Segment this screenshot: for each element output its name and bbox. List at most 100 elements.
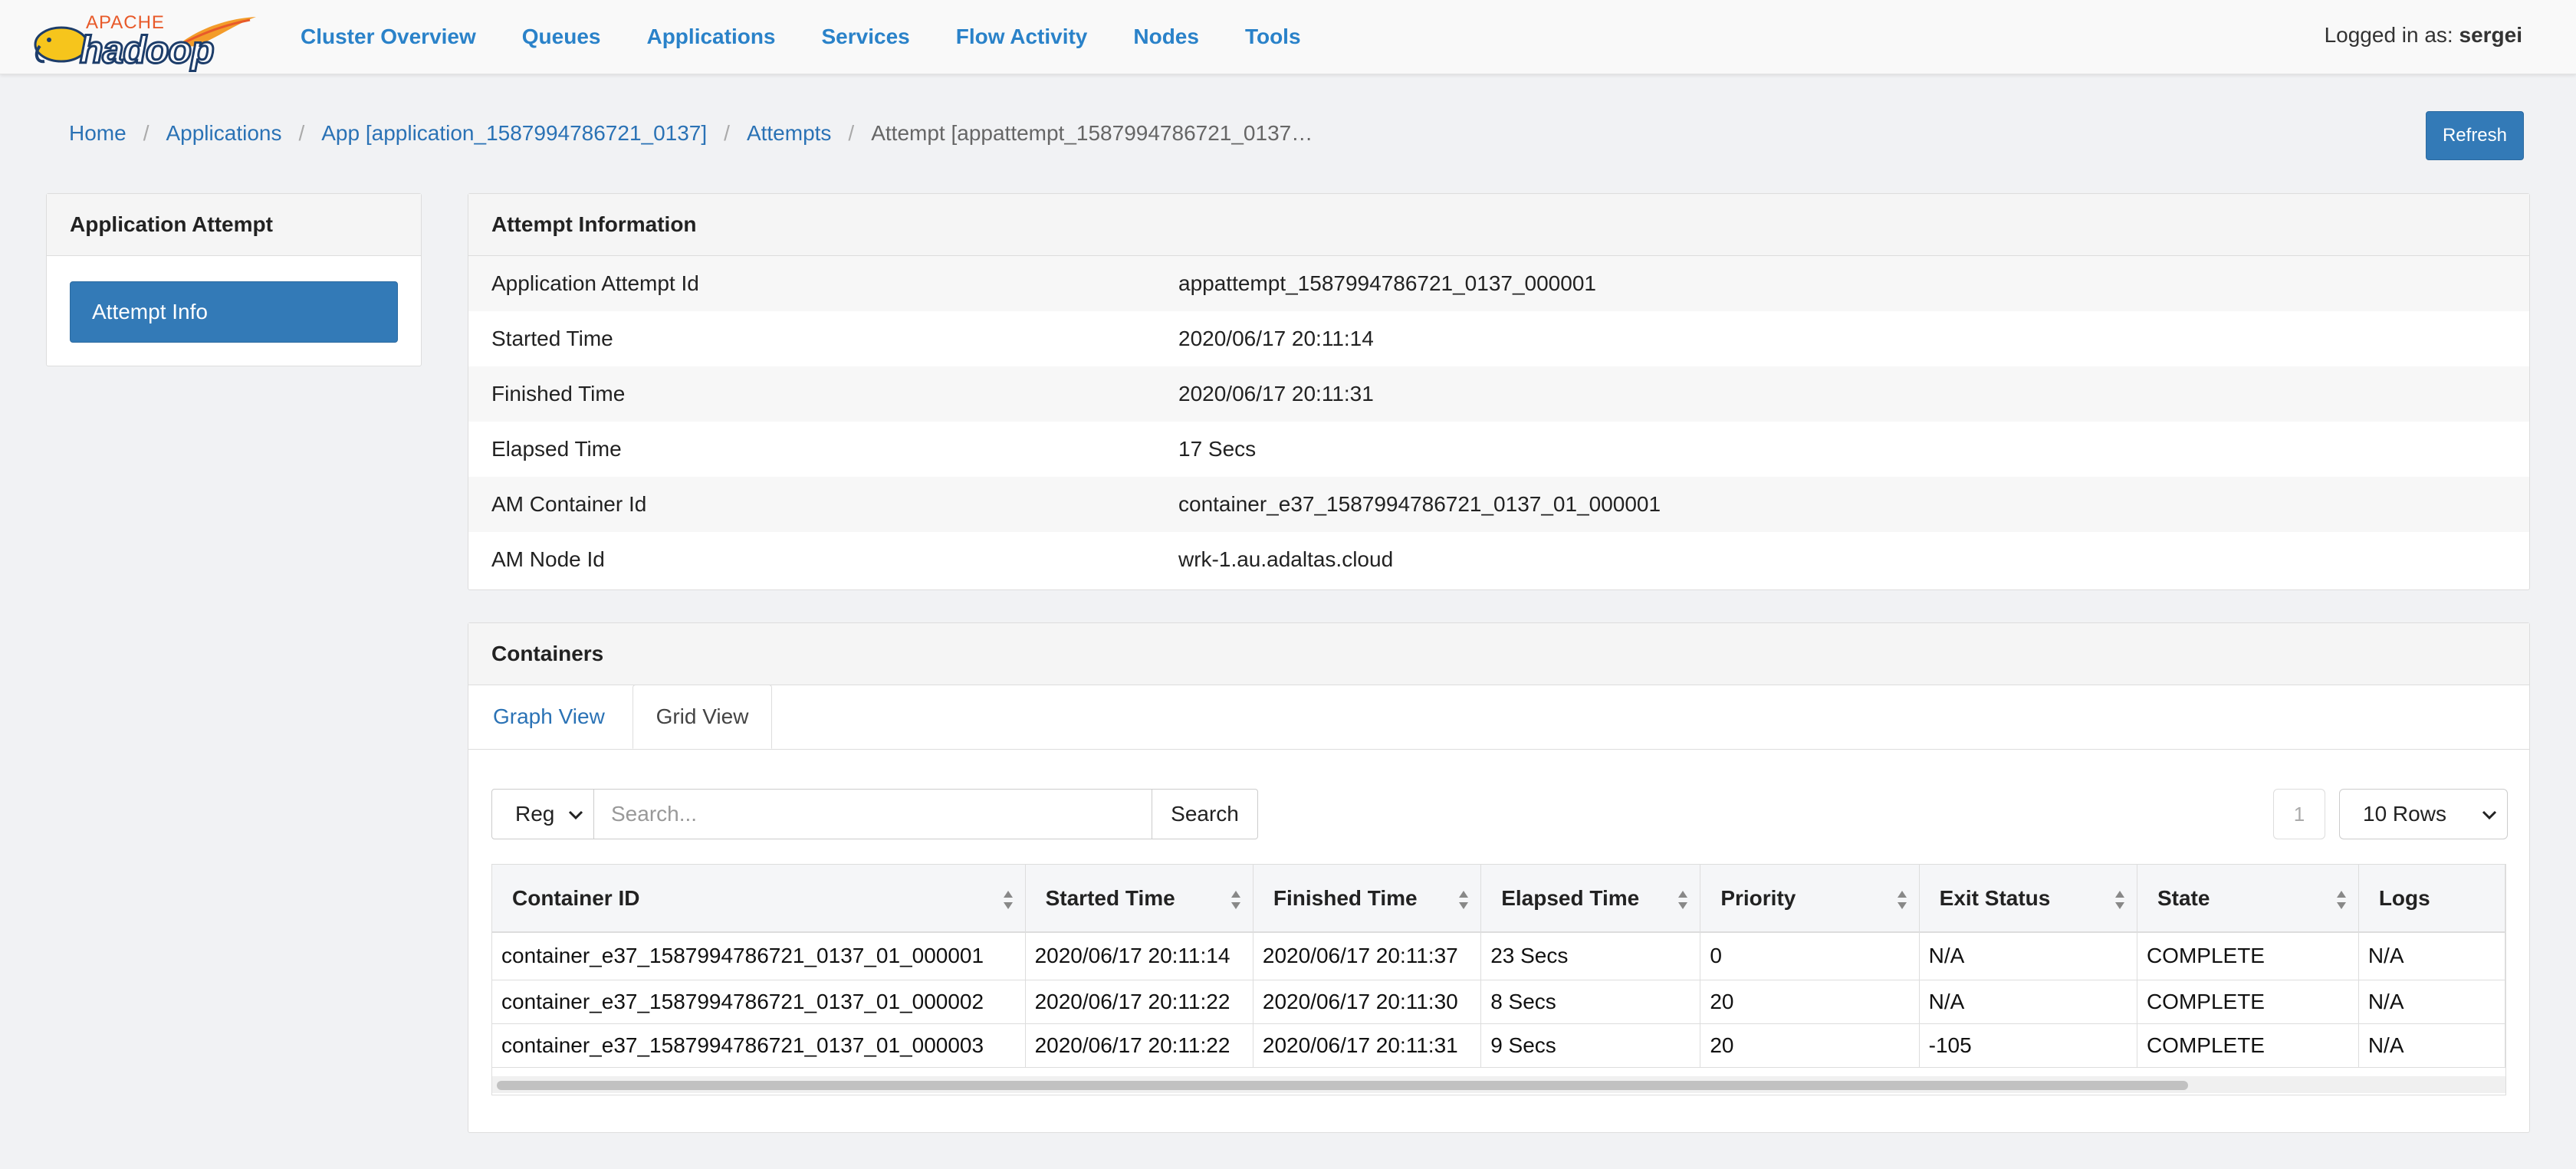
nav-nodes[interactable]: Nodes xyxy=(1133,25,1199,49)
cell-state: COMPLETE xyxy=(2137,932,2359,980)
info-label: Application Attempt Id xyxy=(491,271,699,295)
cell-priority: 20 xyxy=(1700,980,1920,1024)
cell-priority: 0 xyxy=(1700,932,1920,980)
search-mode-select[interactable]: Reg xyxy=(491,789,594,839)
tab-grid-view[interactable]: Grid View xyxy=(632,685,772,749)
cell-finished-time: 2020/06/17 20:11:37 xyxy=(1253,932,1482,980)
nav-links: Cluster Overview Queues Applications Ser… xyxy=(301,0,1347,74)
pagination-page[interactable]: 1 xyxy=(2273,789,2325,839)
nav-tools[interactable]: Tools xyxy=(1245,25,1301,49)
breadcrumb-separator: / xyxy=(848,121,855,145)
tab-graph-view[interactable]: Graph View xyxy=(493,685,605,749)
chevron-down-icon xyxy=(568,810,583,820)
top-navbar: APACHE hadoop Cluster Overview Queues Ap… xyxy=(0,0,2576,74)
sort-icon xyxy=(1003,891,1013,909)
info-row-attempt-id: Application Attempt Id appattempt_158799… xyxy=(468,256,2529,311)
info-value: appattempt_1587994786721_0137_000001 xyxy=(1178,271,1596,295)
sort-icon xyxy=(1459,891,1469,909)
info-value: container_e37_1587994786721_0137_01_0000… xyxy=(1178,492,1661,516)
info-label: Elapsed Time xyxy=(491,437,622,461)
nav-flow-activity[interactable]: Flow Activity xyxy=(956,25,1088,49)
cell-finished-time: 2020/06/17 20:11:31 xyxy=(1253,1023,1482,1068)
column-header-elapsed-time[interactable]: Elapsed Time xyxy=(1480,865,1701,933)
cell-elapsed-time: 23 Secs xyxy=(1480,932,1701,980)
search-mode-value: Reg xyxy=(515,802,555,826)
breadcrumb-separator: / xyxy=(143,121,150,145)
info-value: wrk-1.au.adaltas.cloud xyxy=(1178,547,1394,571)
search-button[interactable]: Search xyxy=(1152,789,1258,839)
breadcrumb-applications[interactable]: Applications xyxy=(166,121,281,146)
column-header-logs[interactable]: Logs xyxy=(2358,865,2505,933)
cell-elapsed-time: 8 Secs xyxy=(1480,980,1701,1024)
table-row: container_e37_1587994786721_0137_01_0000… xyxy=(492,980,2505,1024)
cell-started-time: 2020/06/17 20:11:22 xyxy=(1025,1023,1254,1068)
info-value: 2020/06/17 20:11:14 xyxy=(1178,327,1374,350)
cell-container-id: container_e37_1587994786721_0137_01_0000… xyxy=(492,1023,1026,1068)
info-label: AM Container Id xyxy=(491,492,647,516)
attempt-info-button[interactable]: Attempt Info xyxy=(70,281,398,343)
cell-started-time: 2020/06/17 20:11:14 xyxy=(1025,932,1254,980)
column-header-exit-status[interactable]: Exit Status xyxy=(1919,865,2137,933)
cell-priority: 20 xyxy=(1700,1023,1920,1068)
table-header-row: Container ID Started Time Finished Time … xyxy=(492,865,2505,933)
breadcrumb-separator: / xyxy=(724,121,730,145)
info-label: AM Node Id xyxy=(491,547,605,571)
attempt-information-title: Attempt Information xyxy=(468,194,2529,256)
info-row-started-time: Started Time 2020/06/17 20:11:14 xyxy=(468,311,2529,366)
cell-state: COMPLETE xyxy=(2137,980,2359,1024)
username: sergei xyxy=(2459,23,2523,47)
column-header-finished-time[interactable]: Finished Time xyxy=(1253,865,1482,933)
cell-elapsed-time: 9 Secs xyxy=(1480,1023,1701,1068)
breadcrumb: Home / Applications / App [application_1… xyxy=(69,121,1313,146)
breadcrumb-home[interactable]: Home xyxy=(69,121,127,146)
info-value: 2020/06/17 20:11:31 xyxy=(1178,382,1374,406)
info-value: 17 Secs xyxy=(1178,437,1257,461)
cell-state: COMPLETE xyxy=(2137,1023,2359,1068)
info-row-am-container-id: AM Container Id container_e37_1587994786… xyxy=(468,477,2529,532)
nav-applications[interactable]: Applications xyxy=(646,25,775,49)
containers-panel: Containers Graph View Grid View Reg Sear… xyxy=(468,622,2530,1133)
cell-started-time: 2020/06/17 20:11:22 xyxy=(1025,980,1254,1024)
sort-icon xyxy=(1230,891,1240,909)
rows-per-page-select[interactable]: 10 Rows xyxy=(2339,789,2508,839)
column-header-container-id[interactable]: Container ID xyxy=(492,865,1026,933)
search-group: Reg Search xyxy=(491,789,1258,839)
horizontal-scrollbar[interactable] xyxy=(492,1076,2505,1093)
logged-in-status: Logged in as: sergei xyxy=(2325,23,2522,48)
sort-icon xyxy=(2114,891,2124,909)
sort-icon xyxy=(1678,891,1688,909)
cell-logs: N/A xyxy=(2358,932,2505,980)
cell-logs: N/A xyxy=(2358,1023,2505,1068)
info-label: Started Time xyxy=(491,327,613,350)
table-row: container_e37_1587994786721_0137_01_0000… xyxy=(492,1023,2505,1068)
logged-in-label: Logged in as: xyxy=(2324,23,2453,47)
breadcrumb-current-attempt: Attempt [appattempt_1587994786721_0137… xyxy=(871,121,1313,145)
application-attempt-panel: Application Attempt Attempt Info xyxy=(46,193,422,366)
cell-exit-status: N/A xyxy=(1919,932,2137,980)
nav-queues[interactable]: Queues xyxy=(522,25,601,49)
breadcrumb-attempts[interactable]: Attempts xyxy=(747,121,831,146)
containers-title: Containers xyxy=(468,623,2529,685)
cell-logs: N/A xyxy=(2358,980,2505,1024)
breadcrumb-app[interactable]: App [application_1587994786721_0137] xyxy=(321,121,707,146)
containers-table: Container ID Started Time Finished Time … xyxy=(491,864,2506,1095)
rows-per-page-value: 10 Rows xyxy=(2363,802,2446,826)
cell-container-id: container_e37_1587994786721_0137_01_0000… xyxy=(492,980,1026,1024)
info-label: Finished Time xyxy=(491,382,626,406)
breadcrumb-separator: / xyxy=(298,121,305,145)
hadoop-logo[interactable]: APACHE hadoop xyxy=(28,8,256,73)
scrollbar-thumb[interactable] xyxy=(497,1081,2188,1090)
info-row-finished-time: Finished Time 2020/06/17 20:11:31 xyxy=(468,366,2529,422)
cell-exit-status: N/A xyxy=(1919,980,2137,1024)
info-row-am-node-id: AM Node Id wrk-1.au.adaltas.cloud xyxy=(468,532,2529,587)
column-header-state[interactable]: State xyxy=(2137,865,2359,933)
logo-hadoop-text: hadoop xyxy=(79,28,216,73)
nav-services[interactable]: Services xyxy=(822,25,910,49)
attempt-information-panel: Attempt Information Application Attempt … xyxy=(468,193,2530,590)
cell-exit-status: -105 xyxy=(1919,1023,2137,1068)
column-header-priority[interactable]: Priority xyxy=(1700,865,1920,933)
search-input[interactable] xyxy=(594,789,1152,839)
nav-cluster-overview[interactable]: Cluster Overview xyxy=(301,25,476,49)
refresh-button[interactable]: Refresh xyxy=(2426,111,2524,160)
column-header-started-time[interactable]: Started Time xyxy=(1025,865,1254,933)
